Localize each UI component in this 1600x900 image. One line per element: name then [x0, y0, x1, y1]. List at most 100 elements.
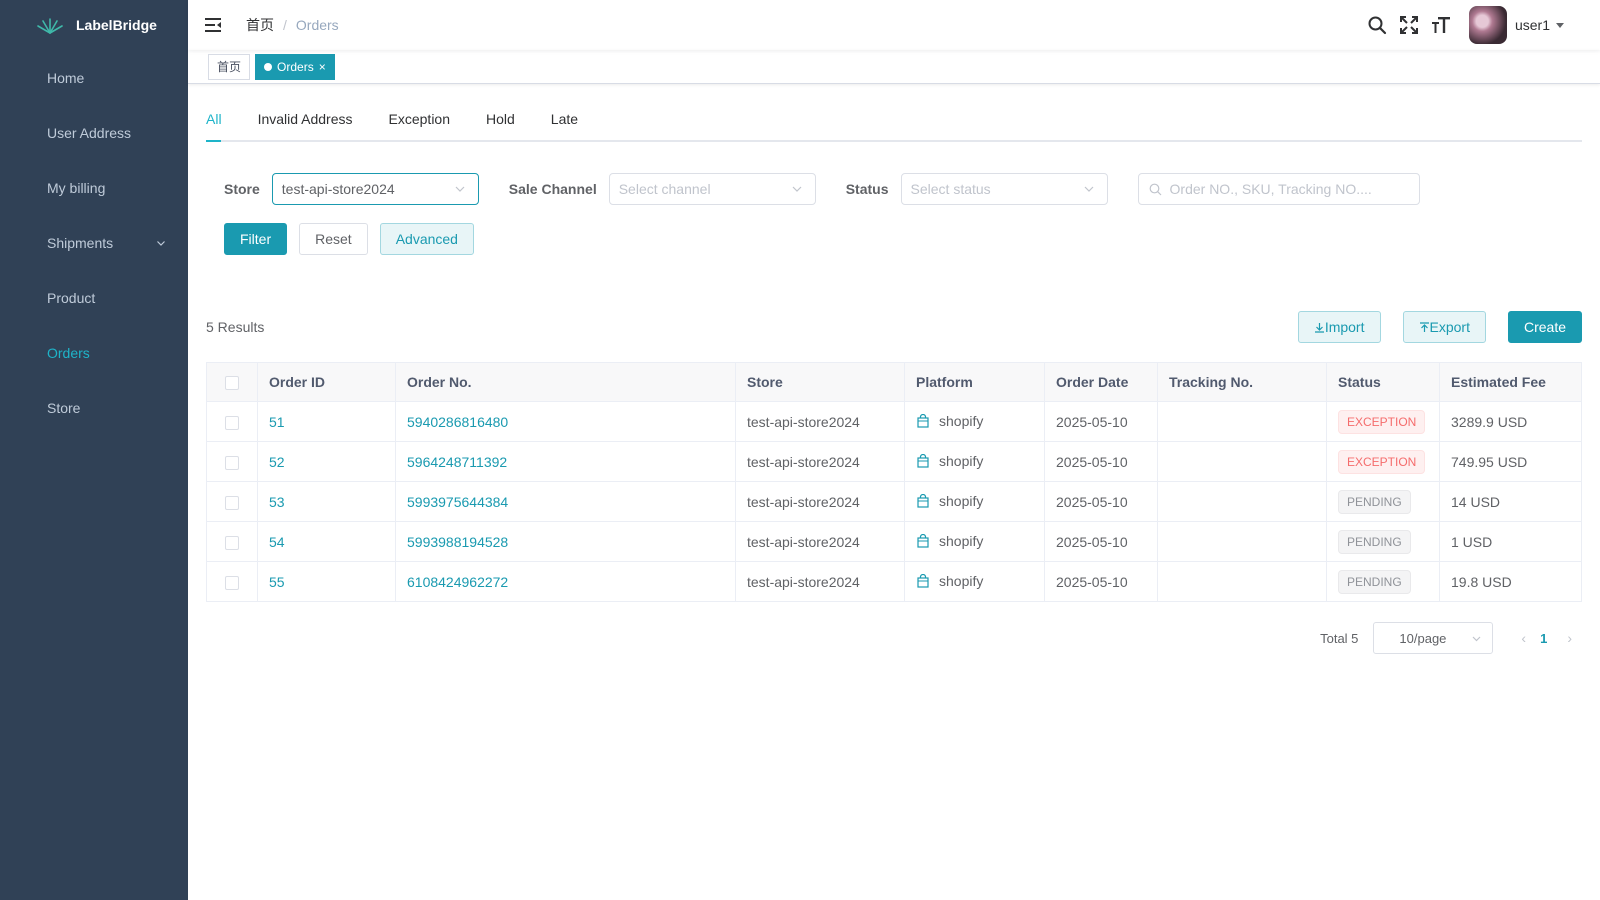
sidebar-item-shipments[interactable]: Shipments [0, 215, 188, 270]
row-select-cell [206, 561, 258, 602]
sidebar: LabelBridge Home User Address My billing… [0, 0, 188, 900]
order-id-link[interactable]: 51 [269, 414, 285, 430]
chevron-down-icon [157, 240, 165, 246]
order-no-link[interactable]: 5940286816480 [407, 414, 508, 430]
select-all-checkbox[interactable] [225, 376, 239, 391]
next-page-icon[interactable]: › [1567, 630, 1572, 646]
status-badge: PENDING [1338, 529, 1411, 554]
platform-cell: shopify [904, 561, 1045, 602]
fullscreen-icon[interactable] [1399, 15, 1419, 35]
table-row: 53 5993975644384 test-api-store2024 shop… [206, 481, 1582, 522]
page-number-current[interactable]: 1 [1540, 631, 1547, 646]
sidebar-item-label: Home [47, 69, 85, 86]
row-checkbox[interactable] [225, 535, 239, 550]
export-button[interactable]: Export [1402, 311, 1486, 343]
col-order-no: Order No. [395, 362, 736, 402]
breadcrumb: 首页 / Orders [246, 15, 339, 35]
estimated-fee-cell: 3289.9 USD [1439, 401, 1582, 442]
breadcrumb-home[interactable]: 首页 [246, 15, 274, 35]
row-checkbox[interactable] [225, 495, 239, 510]
font-size-icon[interactable] [1431, 15, 1451, 35]
chevron-down-icon [1084, 186, 1093, 192]
tag-home[interactable]: 首页 [208, 53, 251, 80]
store-cell: test-api-store2024 [735, 481, 905, 522]
sidebar-item-store[interactable]: Store [0, 380, 188, 435]
order-date-cell: 2025-05-10 [1044, 401, 1158, 442]
advanced-button[interactable]: Advanced [379, 223, 474, 255]
sidebar-item-orders[interactable]: Orders [0, 325, 188, 380]
table-header-row: Order ID Order No. Store Platform Order … [206, 362, 1582, 402]
caret-down-icon[interactable] [1556, 22, 1564, 28]
logo[interactable]: LabelBridge [0, 0, 188, 50]
store-select[interactable]: test-api-store2024 [271, 173, 479, 205]
order-no-cell: 6108424962272 [395, 561, 736, 602]
import-label: Import [1324, 319, 1365, 335]
search-icon[interactable] [1367, 15, 1387, 35]
status-select[interactable]: Select status [900, 173, 1108, 205]
avatar[interactable] [1468, 6, 1507, 44]
results-count: 5 Results [206, 319, 265, 335]
order-no-link[interactable]: 5993975644384 [407, 494, 508, 510]
import-button[interactable]: Import [1297, 311, 1381, 343]
orders-table: Order ID Order No. Store Platform Order … [206, 362, 1582, 602]
sale-channel-select[interactable]: Select channel [608, 173, 816, 205]
breadcrumb-separator: / [283, 17, 287, 33]
results-bar: 5 Results Import Export Create [206, 311, 1582, 343]
shopping-bag-icon [917, 533, 929, 548]
status-badge: PENDING [1338, 489, 1411, 514]
row-select-cell [206, 401, 258, 442]
sidebar-item-user-address[interactable]: User Address [0, 105, 188, 160]
shopping-bag-icon [917, 573, 929, 588]
sidebar-menu: Home User Address My billing Shipments P… [0, 50, 188, 435]
page-size-select[interactable]: 10/page [1373, 622, 1494, 654]
sidebar-item-product[interactable]: Product [0, 270, 188, 325]
tab-hold[interactable]: Hold [468, 104, 533, 142]
sidebar-item-label: Product [47, 289, 96, 306]
tab-exception[interactable]: Exception [371, 104, 468, 142]
store-cell: test-api-store2024 [735, 401, 905, 442]
navbar-right: user1 [1355, 6, 1600, 44]
close-icon[interactable]: × [319, 55, 326, 79]
select-all-cell [206, 362, 258, 402]
sidebar-item-home[interactable]: Home [0, 50, 188, 105]
row-checkbox[interactable] [225, 455, 239, 470]
tag-orders[interactable]: Orders × [255, 53, 335, 80]
order-id-link[interactable]: 54 [269, 534, 285, 550]
order-no-link[interactable]: 6108424962272 [407, 574, 508, 590]
sidebar-item-label: Store [47, 399, 81, 416]
row-checkbox[interactable] [225, 415, 239, 430]
create-button[interactable]: Create [1507, 311, 1582, 343]
prev-page-icon[interactable]: ‹ [1521, 630, 1526, 646]
breadcrumb-current: Orders [295, 17, 339, 33]
search-icon [1149, 183, 1161, 195]
username[interactable]: user1 [1515, 17, 1550, 33]
hamburger-icon[interactable] [204, 16, 222, 34]
reset-button[interactable]: Reset [299, 223, 368, 255]
order-id-link[interactable]: 53 [269, 494, 285, 510]
table-row: 51 5940286816480 test-api-store2024 shop… [206, 401, 1582, 442]
upload-icon [1419, 322, 1429, 332]
store-cell: test-api-store2024 [735, 561, 905, 602]
status-label: Status [845, 181, 889, 197]
row-checkbox[interactable] [225, 575, 239, 590]
tracking-no-cell [1157, 521, 1327, 562]
order-no-link[interactable]: 5993988194528 [407, 534, 508, 550]
order-id-link[interactable]: 55 [269, 574, 285, 590]
order-id-link[interactable]: 52 [269, 454, 285, 470]
tag-label: 首页 [217, 59, 242, 74]
status-cell: EXCEPTION [1326, 401, 1440, 442]
results-actions: Import Export Create [1276, 311, 1582, 343]
tab-invalid-address[interactable]: Invalid Address [240, 104, 371, 142]
sidebar-item-my-billing[interactable]: My billing [0, 160, 188, 215]
logo-icon [37, 18, 63, 34]
order-no-cell: 5993988194528 [395, 521, 736, 562]
search-input[interactable] [1169, 181, 1410, 197]
shopping-bag-icon [917, 413, 929, 428]
table-body: 51 5940286816480 test-api-store2024 shop… [206, 401, 1582, 602]
tab-late[interactable]: Late [533, 104, 596, 142]
filter-button[interactable]: Filter [224, 223, 288, 255]
tab-all[interactable]: All [206, 104, 240, 142]
filter-actions: Filter Reset Advanced [206, 223, 1582, 255]
order-id-cell: 54 [257, 521, 396, 562]
order-no-link[interactable]: 5964248711392 [407, 454, 507, 470]
